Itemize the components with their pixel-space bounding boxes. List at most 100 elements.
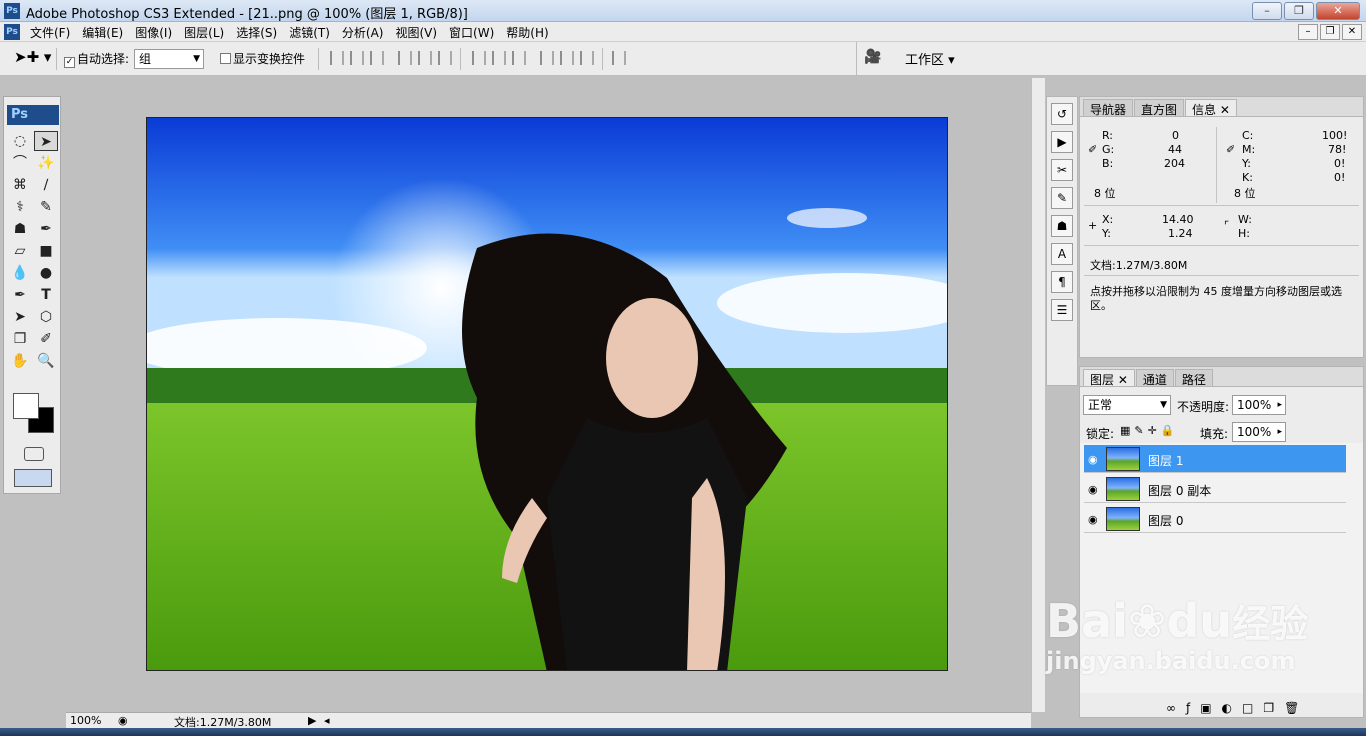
align-right-icon[interactable]	[438, 51, 452, 65]
doc-minimize-button[interactable]: –	[1298, 24, 1318, 40]
auto-align-icon[interactable]	[612, 51, 626, 65]
show-transform-checkbox[interactable]: 显示变换控件	[220, 50, 305, 67]
doc-close-button[interactable]: ✕	[1342, 24, 1362, 40]
magic-wand-tool-icon[interactable]: ✨	[34, 153, 58, 173]
shape-tool-icon[interactable]: ⬡	[34, 307, 58, 327]
character-panel-icon[interactable]: A	[1051, 243, 1073, 265]
move-tool-icon[interactable]: ➤✚ ▾	[14, 48, 51, 66]
lock-icons[interactable]: ▦✎✛🔒	[1120, 424, 1179, 437]
layer-row[interactable]: ◉ 图层 1	[1084, 445, 1346, 473]
align-vcenter-icon[interactable]	[350, 51, 364, 65]
doc-restore-button[interactable]: ❐	[1320, 24, 1340, 40]
menu-image[interactable]: 图像(I)	[135, 24, 172, 41]
eraser-tool-icon[interactable]: ▱	[8, 241, 32, 261]
minimize-button[interactable]: –	[1252, 2, 1282, 20]
foreground-color-swatch[interactable]	[13, 393, 39, 419]
brushes-panel-icon[interactable]: ✎	[1051, 187, 1073, 209]
scroll-left-icon[interactable]: ◂	[324, 714, 330, 727]
menu-file[interactable]: 文件(F)	[30, 24, 70, 41]
brush-tool-icon[interactable]: ✎	[34, 197, 58, 217]
move-tool-icon[interactable]: ➤	[34, 131, 58, 151]
layer-row[interactable]: ◉ 图层 0 副本	[1084, 475, 1346, 503]
tab-paths[interactable]: 路径	[1174, 369, 1213, 387]
zoom-level[interactable]: 100%	[70, 714, 101, 727]
bridge-icon[interactable]: 🎥	[864, 49, 881, 65]
path-select-icon[interactable]: ➤	[8, 307, 32, 327]
layer-row[interactable]: ◉ 图层 0	[1084, 505, 1346, 533]
document-image[interactable]	[146, 117, 948, 671]
tab-info[interactable]: 信息 ✕	[1185, 99, 1237, 117]
vertical-scrollbar[interactable]	[1031, 78, 1045, 712]
maximize-button[interactable]: ❐	[1284, 2, 1314, 20]
blend-mode-dropdown[interactable]: 正常 ▼	[1083, 395, 1171, 415]
fill-input[interactable]: 100% ▸	[1232, 422, 1286, 442]
eye-icon[interactable]: ◉	[1088, 513, 1098, 526]
close-icon[interactable]: ✕	[1220, 103, 1230, 117]
align-hcenter-icon[interactable]	[418, 51, 432, 65]
history-panel-icon[interactable]: ↺	[1051, 103, 1073, 125]
divider	[1084, 275, 1359, 276]
screen-mode-icon[interactable]	[14, 469, 52, 487]
hand-tool-icon[interactable]: ✋	[8, 351, 32, 371]
menu-layer[interactable]: 图层(L)	[184, 24, 224, 41]
crop-tool-icon[interactable]: ⌘	[8, 175, 32, 195]
layer-name: 图层 0 副本	[1148, 484, 1212, 498]
eye-icon[interactable]: ◉	[1088, 483, 1098, 496]
y2-value: 1.24	[1168, 227, 1193, 240]
g-label: G:	[1102, 143, 1115, 156]
history-brush-icon[interactable]: ✒	[34, 219, 58, 239]
healing-brush-icon[interactable]: ⚕	[8, 197, 32, 217]
auto-select-checkbox[interactable]: ✓ 自动选择:	[64, 50, 129, 68]
align-top-icon[interactable]	[330, 51, 344, 65]
gradient-tool-icon[interactable]: ■	[34, 241, 58, 261]
close-icon[interactable]: ✕	[1118, 373, 1128, 387]
layers-bottom-icons[interactable]: ∞ƒ▣◐□❐🗑	[1166, 701, 1309, 715]
menu-select[interactable]: 选择(S)	[236, 24, 277, 41]
notes-tool-icon[interactable]: ❐	[8, 329, 32, 349]
status-icon[interactable]: ◉	[118, 714, 128, 727]
menu-help[interactable]: 帮助(H)	[506, 24, 548, 41]
opacity-input[interactable]: 100% ▸	[1232, 395, 1286, 415]
lasso-tool-icon[interactable]: ⌒	[8, 153, 32, 173]
menu-filter[interactable]: 滤镜(T)	[289, 24, 330, 41]
clone-stamp-icon[interactable]: ☗	[8, 219, 32, 239]
chevron-right-icon[interactable]: ▸	[1277, 423, 1282, 441]
menu-window[interactable]: 窗口(W)	[449, 24, 494, 41]
marquee-tool-icon[interactable]: ◌	[8, 131, 32, 151]
distribute-right-icon[interactable]	[580, 51, 594, 65]
menu-view[interactable]: 视图(V)	[395, 24, 437, 41]
workspace-button[interactable]: 工作区 ▾	[905, 49, 955, 68]
close-button[interactable]: ✕	[1316, 2, 1360, 20]
blur-tool-icon[interactable]: 💧	[8, 263, 32, 283]
menu-analysis[interactable]: 分析(A)	[342, 24, 384, 41]
layer-comps-icon[interactable]: ☰	[1051, 299, 1073, 321]
zoom-tool-icon[interactable]: 🔍	[34, 351, 58, 371]
distribute-left-icon[interactable]	[540, 51, 554, 65]
distribute-bottom-icon[interactable]	[512, 51, 526, 65]
tab-navigator[interactable]: 导航器	[1083, 99, 1134, 117]
distribute-top-icon[interactable]	[472, 51, 486, 65]
distribute-hcenter-icon[interactable]	[560, 51, 574, 65]
status-menu-arrow-icon[interactable]: ▶	[308, 714, 316, 727]
chevron-right-icon[interactable]: ▸	[1277, 396, 1282, 414]
tool-presets-icon[interactable]: ✂	[1051, 159, 1073, 181]
paragraph-panel-icon[interactable]: ¶	[1051, 271, 1073, 293]
tab-layers[interactable]: 图层 ✕	[1083, 369, 1135, 387]
quick-mask-icon[interactable]	[24, 447, 44, 461]
auto-select-dropdown[interactable]: 组 ▼	[134, 49, 204, 69]
menu-edit[interactable]: 编辑(E)	[82, 24, 123, 41]
type-tool-icon[interactable]: T	[34, 285, 58, 305]
pen-tool-icon[interactable]: ✒	[8, 285, 32, 305]
align-left-icon[interactable]	[398, 51, 412, 65]
actions-panel-icon[interactable]: ▶	[1051, 131, 1073, 153]
eye-icon[interactable]: ◉	[1088, 453, 1098, 466]
dodge-tool-icon[interactable]: ●	[34, 263, 58, 283]
clone-source-icon[interactable]: ☗	[1051, 215, 1073, 237]
tab-histogram[interactable]: 直方图	[1134, 99, 1185, 117]
tab-channels[interactable]: 通道	[1135, 369, 1174, 387]
distribute-vcenter-icon[interactable]	[492, 51, 506, 65]
r-value: 0	[1172, 129, 1179, 142]
slice-tool-icon[interactable]: ∕	[34, 175, 58, 195]
align-bottom-icon[interactable]	[370, 51, 384, 65]
eyedropper-tool-icon[interactable]: ✐	[34, 329, 58, 349]
